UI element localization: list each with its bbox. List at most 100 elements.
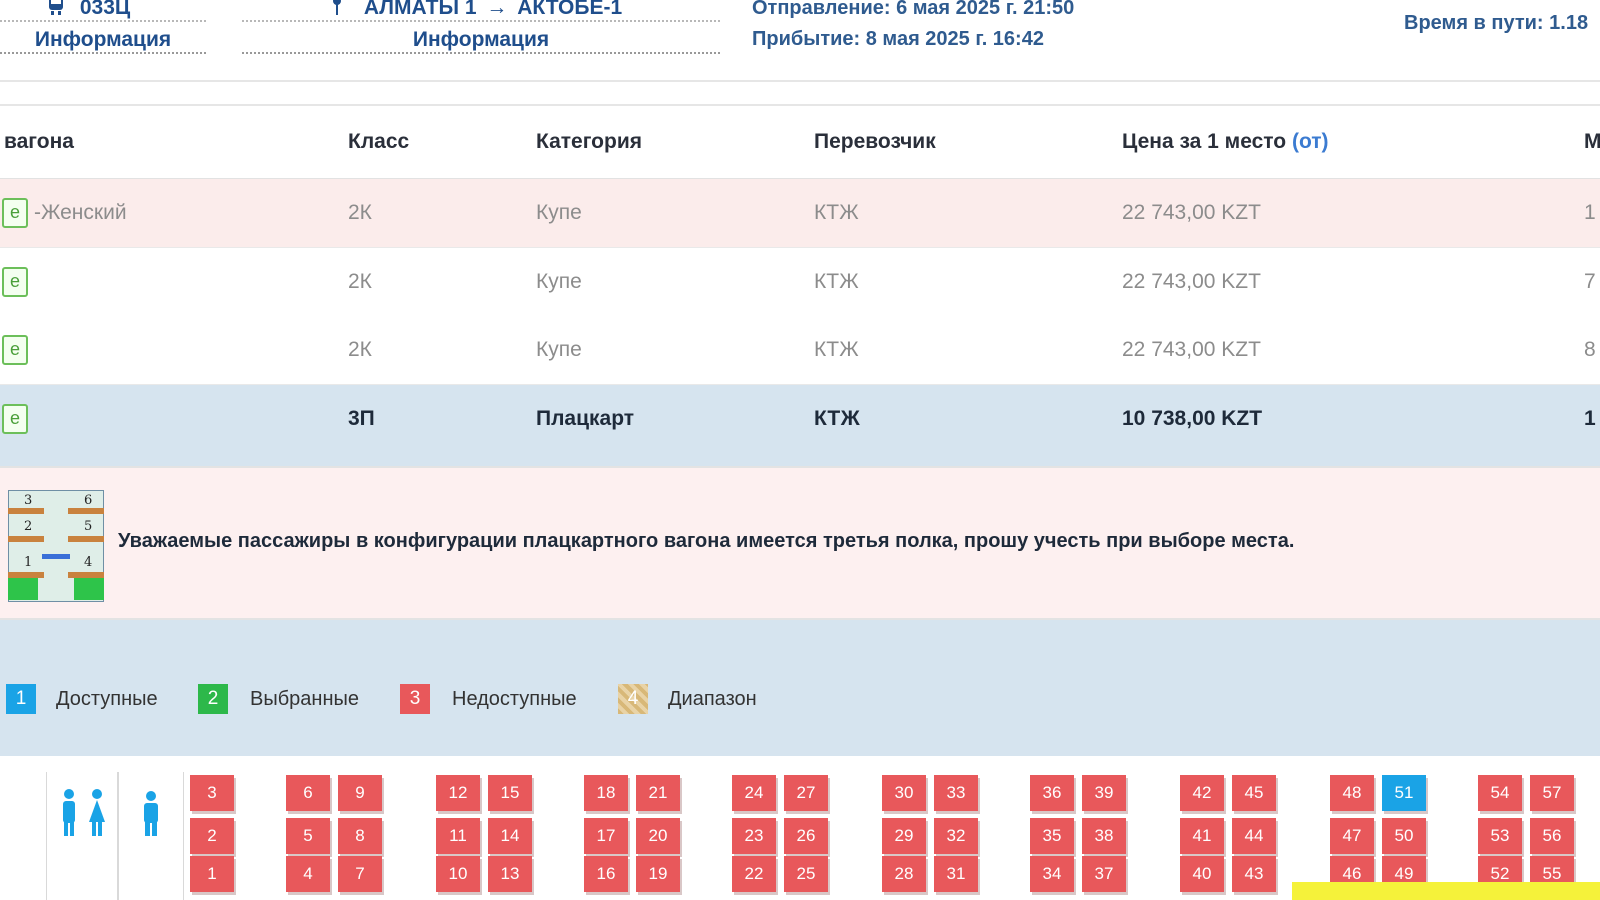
table-row-selected[interactable]: e 3П Плацкарт КТЖ 10 738,00 KZT 1 [0,385,1600,456]
seat-legend [0,620,1600,756]
legend-unavailable-label: Недоступные [452,688,577,710]
seat-unavailable: 13 [488,856,532,892]
seat-unavailable: 35 [1030,818,1074,854]
seat-unavailable: 36 [1030,775,1074,811]
col-class: Класс [348,130,410,153]
cell-carrier: КТЖ [814,338,859,361]
seat-unavailable: 53 [1478,818,1522,854]
table-row[interactable]: e 2К Купе КТЖ 22 743,00 KZT 8 [0,316,1600,385]
divider [0,20,206,22]
seat-unavailable: 5 [286,818,330,854]
seat-unavailable: 20 [636,818,680,854]
legend-num: 4 [627,688,639,709]
seat-unavailable: 17 [584,818,628,854]
cell-class: 3П [348,407,375,430]
notice-text: Уважаемые пассажиры в конфигурации плацк… [118,530,1295,552]
seat-available[interactable]: 51 [1382,775,1426,811]
table-row[interactable]: e 2К Купе КТЖ 22 743,00 KZT 7 [0,248,1600,317]
route-to: АКТОБЕ-1 [517,0,623,19]
divider [242,20,720,22]
seat-unavailable: 19 [636,856,680,892]
legend-num: 2 [207,688,219,709]
person-icon [144,791,158,836]
arrival-time: Прибытие: 8 мая 2025 г. 16:42 [752,28,1044,50]
legend-available-label: Доступные [56,688,158,710]
cell-carrier: КТЖ [814,201,859,224]
seat-unavailable: 42 [1180,775,1224,811]
seat-unavailable: 28 [882,856,926,892]
diagram-number: 5 [84,519,92,534]
train-info-link[interactable]: Информация [0,28,206,54]
cell-seats: 1 [1584,407,1596,430]
seat-unavailable: 12 [436,775,480,811]
cell-carrier: КТЖ [814,270,859,293]
cell-category: Купе [536,270,582,293]
location-pin-icon [333,0,341,15]
seat-unavailable: 8 [338,818,382,854]
table-row[interactable]: e -Женский 2К Купе КТЖ 22 743,00 KZT 1 [0,179,1600,248]
row-spacer [0,455,1600,466]
route-info-link[interactable]: Информация [242,28,720,54]
seat-unavailable: 4 [286,856,330,892]
seat-unavailable: 23 [732,818,776,854]
cell-class: 2К [348,338,372,361]
col-carrier: Перевозчик [814,130,936,153]
cell-seats: 8 [1584,338,1596,361]
seat-unavailable: 50 [1382,818,1426,854]
cell-category: Купе [536,338,582,361]
col-price: Цена за 1 место (от) [1122,130,1329,154]
cell-carrier: КТЖ [814,407,860,430]
travel-time: Время в пути: 1.18 [1404,12,1589,34]
seat-unavailable: 34 [1030,856,1074,892]
seat-unavailable: 41 [1180,818,1224,854]
diagram-number: 6 [84,493,92,508]
trip-header: 033Ц Информация АЛМАТЫ 1 → АКТОБЕ-1 Инфо… [0,0,1600,82]
seat-unavailable: 14 [488,818,532,854]
toilet-cell [46,772,118,900]
seat-unavailable: 40 [1180,856,1224,892]
seat-unavailable: 33 [934,775,978,811]
cell-category: Плацкарт [536,407,635,430]
diagram-number: 2 [24,519,32,534]
seat-unavailable: 16 [584,856,628,892]
highlight-strip [1292,882,1600,900]
seat-unavailable: 54 [1478,775,1522,811]
col-seats: М [1584,130,1600,153]
route-from: АЛМАТЫ 1 [363,0,477,19]
seat-unavailable: 21 [636,775,680,811]
cell-price: 22 743,00 KZT [1122,338,1261,361]
legend-unavailable-swatch: 3 [400,684,430,714]
cell-wagon: -Женский [34,201,127,224]
seat-unavailable: 15 [488,775,532,811]
cell-price: 22 743,00 KZT [1122,270,1261,293]
seat-unavailable: 44 [1232,818,1276,854]
seat-unavailable: 48 [1330,775,1374,811]
diagram-number: 3 [24,493,32,508]
legend-selected-label: Выбранные [250,688,360,710]
legend-num: 3 [409,688,421,709]
legend-selected-swatch: 2 [198,684,228,714]
wagon-table-header: вагона Класс Категория Перевозчик Цена з… [0,104,1600,181]
col-wagon: вагона [4,130,74,153]
seat-unavailable: 25 [784,856,828,892]
seat-unavailable: 24 [732,775,776,811]
route: АЛМАТЫ 1 → АКТОБЕ-1 [330,0,622,20]
legend-num: 1 [15,688,27,709]
seat-unavailable: 32 [934,818,978,854]
seat-unavailable: 37 [1082,856,1126,892]
seat-unavailable: 57 [1530,775,1574,811]
arrow-right-icon: → [486,0,508,19]
seat-unavailable: 18 [584,775,628,811]
legend-range-label: Диапазон [668,688,757,710]
seat-unavailable: 45 [1232,775,1276,811]
cell-class: 2К [348,201,372,224]
e-ticket-icon: e [2,335,28,365]
e-ticket-icon: e [2,267,28,297]
cell-price: 10 738,00 KZT [1122,407,1263,430]
legend-range-swatch: 4 [618,684,648,714]
train-number-text: 033Ц [79,0,131,19]
seat-unavailable: 1 [190,856,234,892]
third-berth-diagram-icon: 3 6 2 5 1 4 [8,490,104,602]
cell-seats: 1 [1584,201,1596,224]
diagram-number: 4 [84,555,92,570]
